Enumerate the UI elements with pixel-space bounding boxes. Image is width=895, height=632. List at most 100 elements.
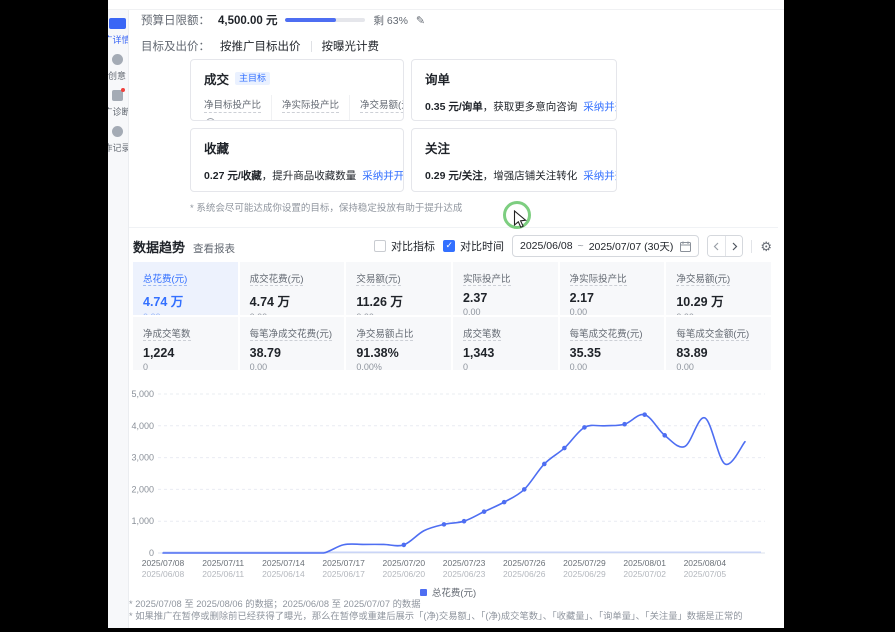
sidebar-item-3[interactable]: 作记录	[108, 118, 129, 154]
screen: 广详情创意广诊断作记录 预算日限额： 4,500.00 元 剩 63% ✎ 目标…	[0, 0, 895, 632]
tile-label: 每笔成交金额(元)	[676, 329, 749, 341]
tile-label: 净交易额(元)	[676, 274, 730, 286]
budget-progress-fill	[285, 18, 335, 22]
next-period-button[interactable]	[725, 236, 742, 256]
metric-tile-7[interactable]: 每笔净成交花费(元)38.790.00	[240, 317, 345, 370]
svg-text:2025/07/14: 2025/07/14	[262, 558, 305, 568]
svg-text:2025/07/17: 2025/07/17	[322, 558, 365, 568]
sidebar-item-label: 创意	[108, 71, 129, 82]
goal-bid-row: 目标及出价： 按推广目标出价 按曝光计费	[141, 38, 379, 54]
compare-metric-label: 对比指标	[391, 238, 435, 254]
tile-label: 成交花费(元)	[250, 274, 304, 286]
tile-label: 每笔成交花费(元)	[570, 329, 643, 341]
budget-label: 预算日限额：	[141, 12, 210, 28]
accept-enable-link[interactable]: 采纳并开启	[362, 170, 404, 182]
sidebar-item-1[interactable]: 创意	[108, 46, 129, 82]
metric-tile-6[interactable]: 净成交笔数1,2240	[133, 317, 238, 370]
compare-time-label: 对比时间	[460, 238, 504, 254]
svg-text:2025/06/23: 2025/06/23	[443, 569, 486, 579]
header-divider	[751, 240, 752, 253]
accept-enable-link[interactable]: 采纳并开启	[583, 170, 617, 182]
option-bid-by-goal[interactable]: 按推广目标出价	[220, 38, 301, 54]
metric-tile-1[interactable]: 成交花费(元)4.74 万0.00	[240, 262, 345, 315]
sidebar: 广详情创意广诊断作记录	[108, 10, 129, 628]
tile-compare-value: 0.00	[250, 362, 335, 370]
goal-cards: 成交 主目标 净目标投产比i 2.45 ✎ 净实际投产比 2.17 净交易额(元…	[190, 59, 617, 192]
view-report-link[interactable]: 查看报表	[193, 241, 235, 256]
option-divider	[311, 41, 312, 52]
metric-label: 净目标投产比	[204, 100, 261, 113]
tile-label: 成交笔数	[463, 329, 501, 341]
compare-metric-checkbox[interactable]	[374, 240, 386, 252]
date-range-picker[interactable]: 2025/06/08 ~ 2025/07/07 (30天)	[512, 235, 699, 257]
svg-text:2,000: 2,000	[131, 484, 154, 494]
option-bid-by-impression[interactable]: 按曝光计费	[322, 38, 380, 54]
svg-text:2025/06/29: 2025/06/29	[563, 569, 606, 579]
metric-tile-11[interactable]: 每笔成交金额(元)83.890.00	[666, 317, 771, 370]
compare-time-checkbox[interactable]	[443, 240, 455, 252]
card-title: 询单	[425, 69, 450, 88]
info-icon[interactable]: i	[206, 118, 215, 121]
svg-text:2025/07/26: 2025/07/26	[503, 558, 546, 568]
sidebar-item-icon	[109, 18, 126, 29]
compare-metric-toggle[interactable]: 对比指标	[374, 238, 435, 254]
tile-compare-value: 0.00	[250, 312, 335, 315]
metric-tile-10[interactable]: 每笔成交花费(元) 35.35 0.00	[560, 317, 665, 370]
goal-card-deal: 成交 主目标 净目标投产比i 2.45 ✎ 净实际投产比 2.17 净交易额(元…	[190, 59, 404, 121]
date-separator: ~	[578, 240, 584, 252]
svg-text:2025/07/05: 2025/07/05	[684, 569, 727, 579]
footnote-line: * 如果推广在暂停或删除前已经获得了曝光，那么在暂停或重建后展示「(净)交易额」…	[129, 611, 776, 623]
card-metric: 净交易额(元) 102946.60	[349, 95, 404, 121]
metric-tile-5[interactable]: 净交易额(元)10.29 万0.00	[666, 262, 771, 315]
trend-header: 数据趋势 查看报表 对比指标 对比时间 2025/06/08 ~ 2025/07…	[133, 235, 772, 257]
svg-text:2025/06/14: 2025/06/14	[262, 569, 305, 579]
svg-text:2025/06/08: 2025/06/08	[142, 569, 185, 579]
metric-value: 102946.60	[360, 119, 404, 121]
metric-tile-4[interactable]: 净实际投产比2.170.00	[560, 262, 665, 315]
tile-value: 2.37	[463, 291, 548, 305]
date-end: 2025/07/07 (30天)	[589, 239, 674, 254]
goal-card-inquiry: 询单 0.35 元/询单，获取更多意向咨询采纳并开启	[411, 59, 617, 121]
primary-goal-badge: 主目标	[235, 72, 270, 85]
tile-compare-value: 0.00%	[356, 362, 441, 370]
svg-text:3,000: 3,000	[131, 453, 154, 463]
card-metric: 净目标投产比i 2.45 ✎	[204, 95, 271, 121]
budget-edit-icon[interactable]: ✎	[416, 14, 425, 27]
tile-label: 净实际投产比	[570, 274, 627, 286]
card-desc-text: ，提升商品收藏数量	[262, 170, 357, 182]
tile-compare-value: 0.00	[570, 362, 655, 370]
goal-bid-label: 目标及出价：	[141, 38, 210, 54]
metric-tile-0[interactable]: 总花费(元)4.74 万0.00	[133, 262, 238, 315]
svg-text:2025/08/01: 2025/08/01	[623, 558, 666, 568]
sidebar-item-0[interactable]: 广详情	[108, 10, 129, 46]
metric-tile-3[interactable]: 实际投产比2.370.00	[453, 262, 558, 315]
tile-compare-value: 0	[463, 362, 548, 370]
tile-compare-value: 0.00	[570, 307, 655, 315]
tile-value: 35.35	[570, 346, 655, 360]
alert-dot	[121, 88, 125, 92]
metric-tile-8[interactable]: 净交易额占比91.38%0.00%	[346, 317, 451, 370]
section-divider	[120, 227, 778, 228]
card-price: 0.27 元/收藏	[204, 170, 262, 182]
budget-remaining-label: 剩 63%	[373, 13, 407, 28]
sidebar-item-icon	[112, 90, 123, 101]
chart-legend: 总花费(元)	[118, 585, 778, 599]
tile-compare-value: 0.00	[356, 312, 441, 315]
compare-time-toggle[interactable]: 对比时间	[443, 238, 504, 254]
gear-icon[interactable]: ⚙	[760, 240, 772, 253]
tile-compare-value: 0.00	[676, 312, 761, 315]
metric-tile-9[interactable]: 成交笔数1,3430	[453, 317, 558, 370]
metric-tile-2[interactable]: 交易额(元)11.26 万0.00	[346, 262, 451, 315]
svg-text:4,000: 4,000	[131, 421, 154, 431]
tile-value: 4.74 万	[143, 291, 228, 310]
trend-chart[interactable]: 01,0002,0003,0004,0005,0002025/07/082025…	[118, 386, 778, 584]
prev-period-button[interactable]	[708, 236, 725, 256]
tile-label: 每笔净成交花费(元)	[250, 329, 332, 341]
accept-enable-link[interactable]: 采纳并开启	[583, 101, 617, 113]
sidebar-item-label: 广详情	[108, 35, 129, 46]
sidebar-item-2[interactable]: 广诊断	[108, 82, 129, 118]
tile-label: 总花费(元)	[143, 274, 187, 286]
tile-compare-value: 0.00	[463, 307, 548, 315]
card-desc-text: ，获取更多意向咨询	[483, 101, 578, 113]
tile-value: 1,224	[143, 346, 228, 360]
